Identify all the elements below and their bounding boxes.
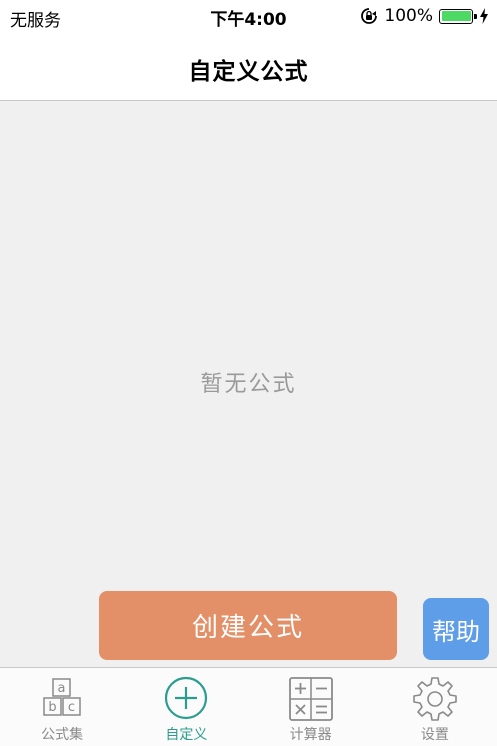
abc-blocks-icon: a b c bbox=[43, 678, 81, 716]
battery-percent: 100% bbox=[384, 6, 433, 26]
calculator-icon bbox=[288, 677, 333, 721]
battery-fill bbox=[441, 11, 471, 21]
formula-list-area: 暂无公式 bbox=[0, 101, 497, 667]
tab-custom[interactable]: 自定义 bbox=[124, 668, 248, 746]
svg-text:a: a bbox=[58, 681, 66, 696]
tab-settings[interactable]: 设置 bbox=[373, 668, 497, 746]
svg-text:b: b bbox=[48, 700, 56, 715]
status-bar: 无服务 下午4:00 100% bbox=[0, 0, 497, 32]
plus-circle-icon bbox=[165, 676, 208, 720]
tab-label: 设置 bbox=[420, 727, 449, 743]
svg-text:c: c bbox=[68, 700, 75, 715]
tab-label: 自定义 bbox=[165, 727, 208, 743]
empty-state-text: 暂无公式 bbox=[200, 372, 297, 397]
tab-bar: a b c 公式集 自定义 计算器 设置 bbox=[0, 667, 497, 746]
tab-calculator[interactable]: 计算器 bbox=[249, 668, 373, 746]
gear-icon bbox=[413, 677, 457, 721]
create-formula-button[interactable]: 创建公式 bbox=[99, 591, 397, 660]
tab-label: 计算器 bbox=[289, 727, 332, 743]
navigation-bar: 自定义公式 bbox=[0, 32, 497, 101]
help-button[interactable]: 帮助 bbox=[423, 598, 489, 660]
page-title: 自定义公式 bbox=[188, 59, 309, 85]
battery-icon bbox=[439, 8, 477, 24]
status-right: 100% bbox=[360, 6, 489, 26]
charging-bolt-icon bbox=[480, 8, 488, 24]
tab-label: 公式集 bbox=[41, 727, 84, 743]
rotation-lock-icon bbox=[361, 8, 378, 24]
tab-formula-set[interactable]: a b c 公式集 bbox=[0, 668, 124, 746]
